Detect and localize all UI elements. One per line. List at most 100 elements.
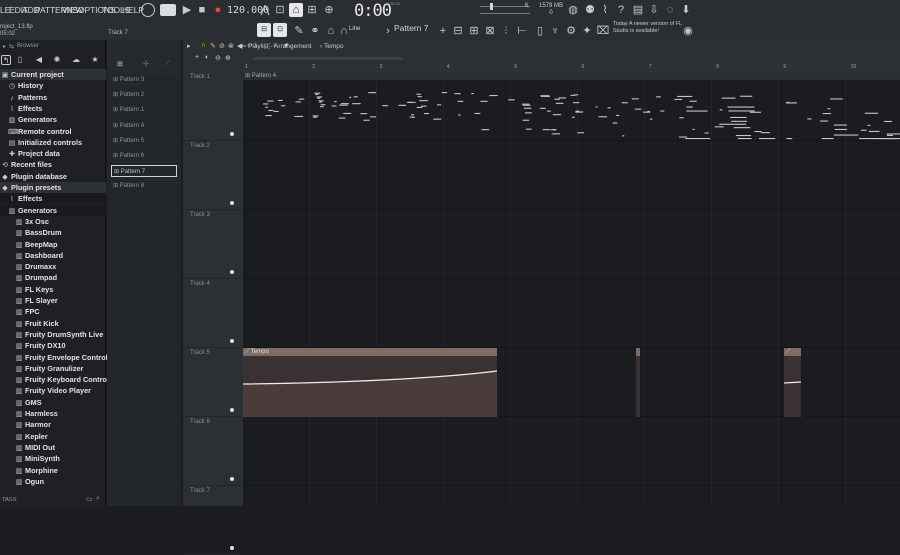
browser-item[interactable]: ▥ BassDrum <box>0 227 106 238</box>
browser-item[interactable]: ⟲ Recent files <box>0 159 106 170</box>
browser-item[interactable]: ⌨Remote control <box>0 126 106 137</box>
clip-tempo-3[interactable]: ⟋ <box>784 348 801 356</box>
zoom-h-icon[interactable]: ⊖ <box>215 54 221 62</box>
browser-item[interactable]: ▥ Fruity Envelope Controller <box>0 352 117 363</box>
file-icon[interactable]: ▯ <box>533 24 547 38</box>
browser-item[interactable]: ▥ Fruity DX10 <box>0 340 106 351</box>
add-track-icon[interactable]: + <box>195 54 199 61</box>
delete-tool-icon[interactable]: ⊗ <box>228 42 234 50</box>
lane-track-6[interactable] <box>243 417 900 486</box>
tag-folder-icon[interactable]: ▭ <box>86 495 93 503</box>
track-header[interactable]: Track 1 <box>183 72 241 141</box>
lane-track-1[interactable]: ⊞ Pattern 4 <box>243 72 900 141</box>
master-volume-slider[interactable] <box>480 6 530 7</box>
track-header[interactable]: Track 4 <box>183 279 241 348</box>
track-enable-led[interactable] <box>230 132 234 136</box>
browser-speaker-icon[interactable]: ◀ <box>34 55 44 65</box>
stop-icon[interactable]: ■ <box>195 3 209 17</box>
pattern-item[interactable]: ⊞ Pattern 1 <box>111 104 177 116</box>
track-enable-led[interactable] <box>230 408 234 412</box>
pattern-item[interactable]: ⊞ Pattern 5 <box>111 135 177 147</box>
arrow-icon[interactable]: ▸ <box>187 42 191 50</box>
browser-item[interactable]: ▥ FL Keys <box>0 284 106 295</box>
picker-pattern-icon[interactable]: ⊞ <box>117 60 123 68</box>
clip-tempo-3-body[interactable] <box>783 356 802 417</box>
countdown-icon[interactable]: ⌂ <box>289 3 303 17</box>
browser-file-icon[interactable]: ▯ <box>15 55 25 65</box>
browser-item[interactable]: ▤ Initialized controls <box>0 137 106 148</box>
browser-item[interactable]: ◆ Plugin database <box>0 171 106 182</box>
browser-back-icon[interactable]: ↰ <box>1 55 11 65</box>
stamp-icon[interactable]: ⌂ <box>324 24 338 38</box>
browser-item[interactable]: ▥ Ogun <box>0 476 106 487</box>
brush-tool-icon[interactable]: ⊘ <box>219 42 225 50</box>
track-header[interactable]: Track 6 <box>183 417 241 486</box>
add-pattern-icon[interactable]: + <box>436 24 450 38</box>
mixer-icon[interactable]: ⫶ <box>499 24 513 38</box>
browser-item[interactable]: ⌇ Effects <box>0 103 106 114</box>
browser-item[interactable]: ▥ Fruity Video Player <box>0 385 106 396</box>
track-header[interactable]: Track 2 <box>183 141 241 210</box>
browser-item[interactable]: ▣ Current project <box>0 69 106 80</box>
clip-tempo[interactable]: ⟋ Tempo <box>243 348 497 356</box>
pattern-item[interactable]: ⊞ Pattern 4 <box>111 120 177 132</box>
help-icon[interactable]: ? <box>614 3 628 17</box>
track-enable-led[interactable] <box>230 546 234 550</box>
clip-tempo-2[interactable] <box>636 348 640 356</box>
browser-item[interactable]: ▥ Fruity Keyboard Controller <box>0 374 118 385</box>
track-header[interactable]: Track 3 <box>183 210 241 279</box>
browser-item[interactable]: ▥ MiniSynth <box>0 453 106 464</box>
loop-record-icon[interactable]: ⊕ <box>322 3 336 17</box>
edison-icon[interactable]: ✦ <box>580 24 594 38</box>
picker-audio-icon[interactable]: ✣ <box>143 60 149 68</box>
plugin-icon[interactable]: ⚉ <box>583 3 597 17</box>
browser-item[interactable]: ▥ Fruity DrumSynth Live <box>0 329 106 340</box>
browser-item[interactable]: ▥ Drumpad <box>0 272 106 283</box>
track-enable-led[interactable] <box>230 201 234 205</box>
play-icon[interactable]: ▶ <box>180 3 194 17</box>
playlist-nav-icon[interactable]: ⇦ <box>240 42 246 50</box>
browser-item[interactable]: ✚ Project data <box>0 148 106 159</box>
search-icon[interactable]: ⌕ <box>96 495 100 503</box>
pattern-item[interactable]: ⊞ Pattern 8 <box>111 180 177 192</box>
clip-tempo-2-body[interactable] <box>636 356 640 417</box>
lane-track-3[interactable] <box>243 210 900 279</box>
browser-item[interactable]: ▥ FPC <box>0 306 106 317</box>
pattern-item[interactable]: ⊞ Pattern 2 <box>111 89 177 101</box>
link-icon[interactable]: ⚭ <box>308 24 322 38</box>
pattern-item[interactable]: ⊞ Pattern 7 <box>111 165 177 178</box>
browser-item[interactable]: ▥ Generators <box>0 114 106 125</box>
browser-item[interactable]: ▥ Generators <box>0 204 106 216</box>
browser-item[interactable]: ▥ FL Slayer <box>0 295 106 306</box>
wait-icon[interactable]: ⊡ <box>273 3 287 17</box>
export-icon[interactable]: ⬇ <box>679 3 693 17</box>
browser-item[interactable]: ▥ 3x Osc <box>0 216 106 227</box>
cpu-icon[interactable]: ◍ <box>566 3 580 17</box>
pattern-item[interactable]: ⊞ Pattern 3 <box>111 74 177 86</box>
magnet-icon[interactable]: ⊡ <box>273 23 287 37</box>
track-enable-led[interactable] <box>230 339 234 343</box>
browser-item[interactable]: ▥ BeepMap <box>0 239 106 250</box>
browser-plugin-icon[interactable]: ✺ <box>52 55 62 65</box>
browser-snap-icon[interactable]: ⇆ <box>9 43 14 50</box>
snap-icon[interactable]: ⊟ <box>257 23 271 37</box>
browser-item[interactable]: ◷ History <box>0 80 106 91</box>
snap-tool-icon[interactable]: ◐ <box>205 54 209 61</box>
lane-track-5[interactable]: ⟋ Tempo ⟋ <box>243 348 900 417</box>
timeline-ruler[interactable]: 1 2 3 4 5 6 7 8 9 10 <box>243 64 900 72</box>
render-icon[interactable]: ⇩ <box>647 3 661 17</box>
save-icon[interactable]: ▤ <box>631 3 645 17</box>
pencil-tool-icon[interactable]: ✎ <box>210 42 216 50</box>
browser-item[interactable]: ▥ Harmless <box>0 408 106 419</box>
pattern-item[interactable]: ⊞ Pattern 6 <box>111 150 177 162</box>
plugin-picker-icon[interactable]: ♆ <box>548 24 562 38</box>
track-lanes[interactable]: ⊞ Pattern 4 ⟋ Tempo ⟋ <box>243 72 900 506</box>
cart-icon[interactable]: ⌧ <box>596 24 610 38</box>
picker-automation-icon[interactable]: ⟋ <box>165 60 170 68</box>
browser-item[interactable]: ▥ Drumaxx <box>0 261 106 272</box>
master-volume-handle[interactable] <box>490 3 493 10</box>
track-enable-led[interactable] <box>230 270 234 274</box>
snap-mode-select[interactable]: Line <box>349 26 360 32</box>
master-pitch-slider[interactable] <box>480 13 530 14</box>
browser-cloud-icon[interactable]: ☁ <box>71 55 81 65</box>
